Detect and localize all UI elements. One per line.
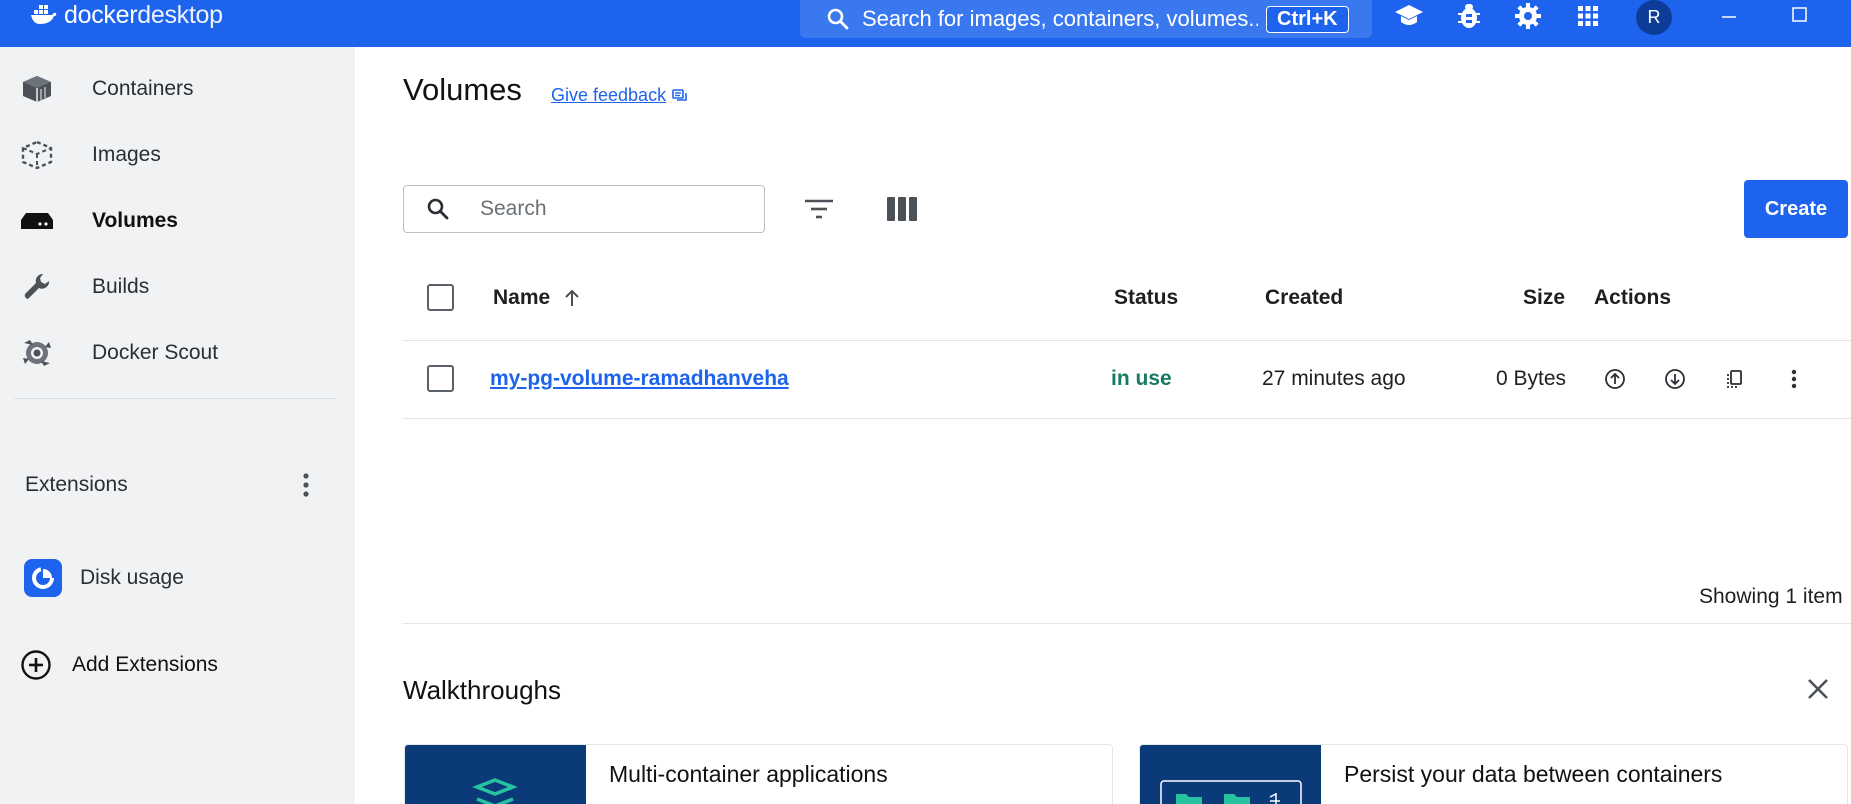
column-header-created[interactable]: Created (1265, 286, 1343, 310)
created-time: 27 minutes ago (1262, 367, 1406, 390)
section-divider (403, 623, 1851, 624)
user-avatar[interactable]: R (1636, 0, 1672, 35)
scout-icon (20, 336, 54, 370)
extensions-heading: Extensions (25, 473, 128, 496)
filter-icon[interactable] (801, 192, 837, 226)
folders-icon (1160, 780, 1302, 804)
sort-ascending-icon (565, 289, 579, 306)
sidebar-item-label: Builds (92, 275, 150, 298)
clone-icon[interactable] (1720, 365, 1748, 393)
sidebar-item-images[interactable]: Images (0, 125, 355, 185)
add-circle-icon (21, 650, 51, 680)
feedback-chat-icon (672, 88, 687, 101)
page-title: Volumes (403, 72, 522, 107)
volume-name-link[interactable]: my-pg-volume-ramadhanveha (490, 367, 789, 391)
volumes-icon (20, 204, 54, 238)
item-count: Showing 1 item (1699, 585, 1843, 608)
docker-whale-icon (31, 5, 57, 24)
add-extensions-label: Add Extensions (72, 653, 218, 676)
walkthrough-card[interactable]: Persist your data between containers (1139, 744, 1848, 804)
header-divider (403, 340, 1851, 341)
sidebar-item-label: Containers (92, 77, 194, 100)
images-icon (20, 138, 54, 172)
select-all-checkbox[interactable] (427, 284, 454, 311)
shortcut-badge: Ctrl+K (1266, 5, 1349, 33)
walkthrough-thumbnail (1140, 745, 1321, 804)
brand-docker: docker (64, 0, 138, 29)
close-icon[interactable] (1803, 674, 1833, 704)
column-header-name[interactable]: Name (493, 286, 580, 310)
import-download-icon[interactable] (1661, 365, 1689, 393)
minimize-window-icon[interactable] (1714, 2, 1744, 28)
sidebar-item-docker-scout[interactable]: Docker Scout (0, 323, 355, 383)
sidebar-item-volumes[interactable]: Volumes (0, 191, 355, 251)
sidebar: Containers Images Volumes Builds Docker … (0, 47, 355, 804)
disk-usage-icon (24, 559, 62, 597)
create-volume-button[interactable]: Create (1744, 180, 1848, 238)
settings-gear-icon[interactable] (1513, 1, 1543, 31)
troubleshoot-bug-icon[interactable] (1454, 1, 1484, 31)
extension-disk-usage[interactable]: Disk usage (24, 559, 184, 597)
maximize-window-icon[interactable] (1784, 2, 1814, 28)
extension-label: Disk usage (80, 566, 184, 589)
search-icon (827, 8, 849, 30)
export-upload-icon[interactable] (1601, 365, 1629, 393)
search-icon (427, 198, 449, 220)
column-header-label: Name (493, 286, 551, 309)
column-header-actions: Actions (1594, 286, 1672, 309)
global-search-bar[interactable]: Search for images, containers, volumes..… (800, 0, 1372, 38)
sidebar-item-builds[interactable]: Builds (0, 257, 355, 317)
column-header-status[interactable]: Status (1114, 286, 1178, 310)
walkthroughs-heading: Walkthroughs (403, 675, 561, 705)
walkthrough-thumbnail (405, 745, 586, 804)
walkthrough-card[interactable]: Multi-container applications (404, 744, 1113, 804)
give-feedback-link[interactable]: Give feedback (551, 85, 688, 106)
columns-icon[interactable] (884, 192, 920, 226)
column-header-size[interactable]: Size (1523, 286, 1565, 310)
walkthrough-card-title: Multi-container applications (609, 761, 888, 787)
add-extensions-button[interactable]: Add Extensions (20, 649, 218, 681)
sidebar-divider (14, 398, 337, 399)
global-search-text: Search for images, containers, volumes..… (862, 6, 1258, 31)
docker-desktop-logo: docker desktop (30, 0, 223, 30)
sidebar-item-label: Docker Scout (92, 341, 219, 364)
wrench-icon (20, 270, 54, 304)
stacked-layers-icon (472, 778, 518, 804)
row-divider (403, 418, 1851, 419)
sidebar-item-label: Images (92, 143, 161, 166)
sidebar-item-label: Volumes (92, 209, 178, 232)
row-checkbox[interactable] (427, 365, 454, 392)
brand-desktop: desktop (137, 0, 223, 29)
volume-search-field[interactable] (403, 185, 765, 233)
status-badge: in use (1111, 367, 1172, 390)
containers-icon (20, 72, 54, 106)
walkthrough-card-title: Persist your data between containers (1344, 761, 1723, 787)
extensions-more-icon[interactable] (296, 468, 316, 502)
search-input[interactable] (480, 197, 740, 221)
learning-center-icon[interactable] (1394, 1, 1424, 31)
top-bar: docker desktop Search for images, contai… (0, 0, 1851, 47)
apps-grid-icon[interactable] (1573, 1, 1603, 31)
volume-size: 0 Bytes (1496, 367, 1567, 390)
more-actions-icon[interactable] (1780, 365, 1808, 393)
sidebar-item-containers[interactable]: Containers (0, 59, 355, 119)
give-feedback-label: Give feedback (551, 85, 667, 105)
